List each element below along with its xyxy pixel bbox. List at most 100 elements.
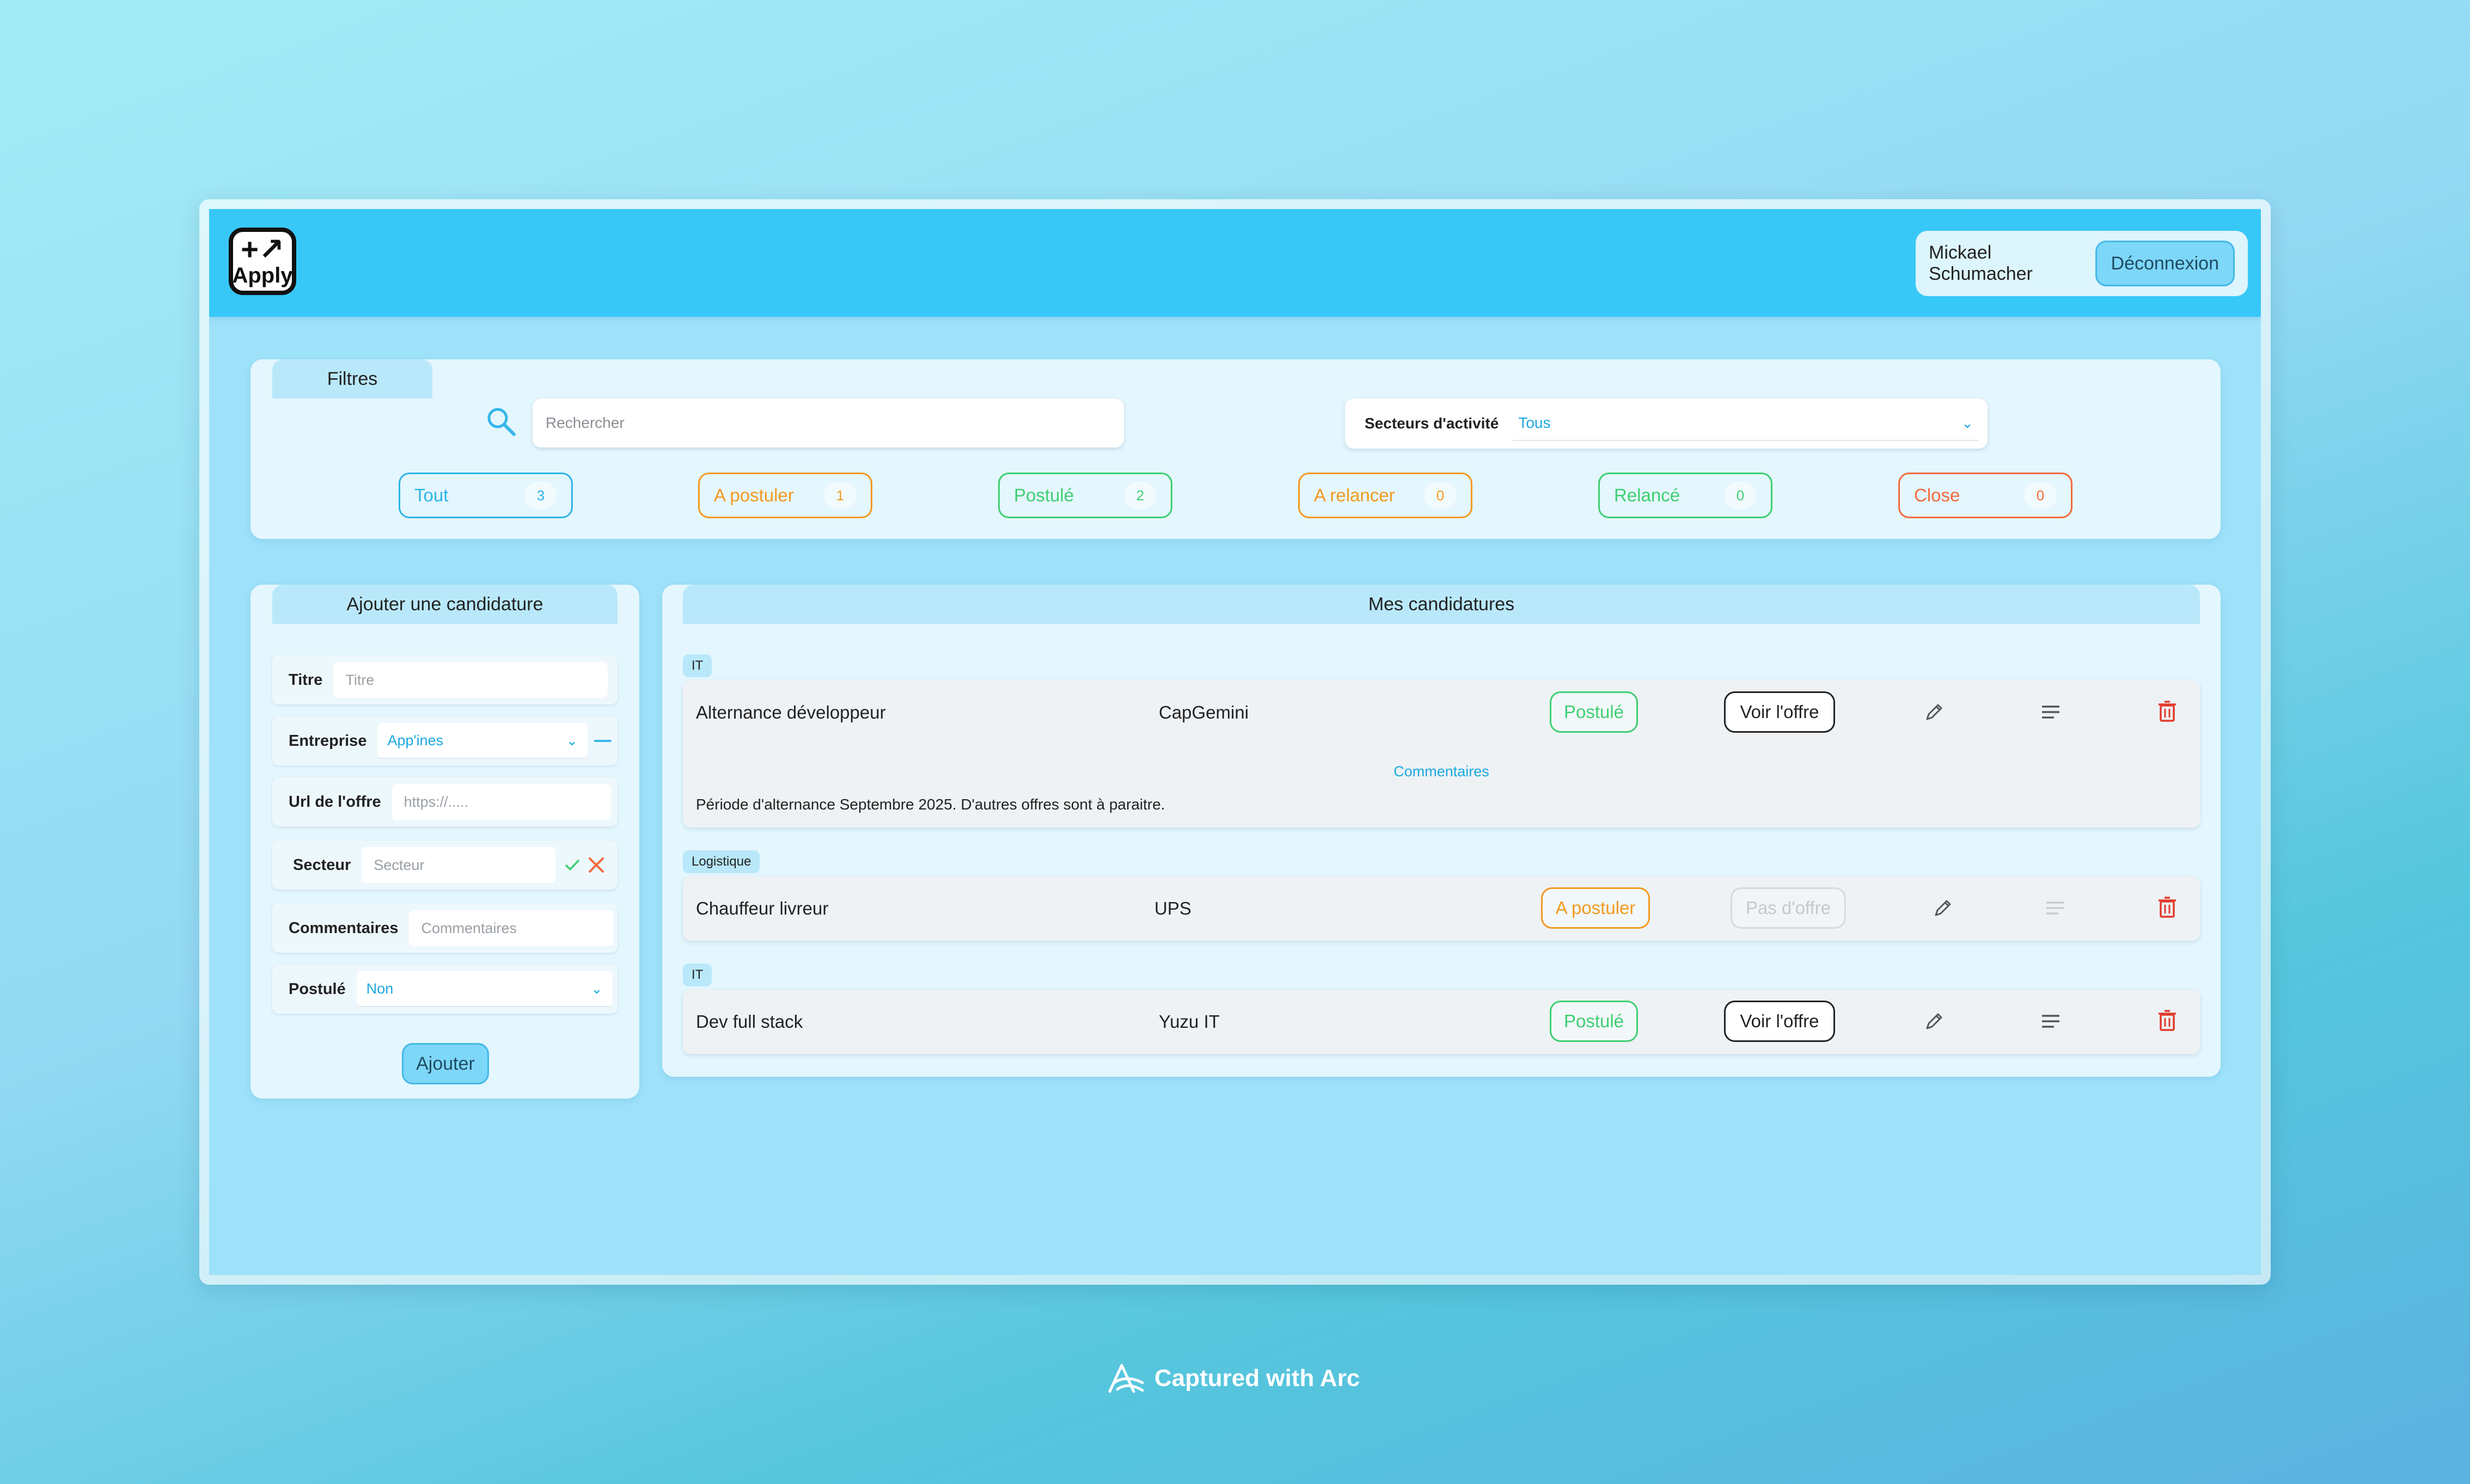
add-application-title: Ajouter une candidature [272,585,618,624]
titre-input[interactable]: Titre [333,662,608,698]
sector-select-value: Tous [1518,414,1551,431]
postule-value: Non [366,980,394,997]
sector-tag: IT [683,654,712,677]
filter-chip-a-postuler[interactable]: A postuler 1 [698,473,872,518]
filter-chip-tout[interactable]: Tout 3 [399,473,573,518]
search-icon[interactable] [485,405,517,438]
form-row-postule: Postulé Non ⌄ [272,965,618,1014]
status-badge[interactable]: Postulé [1550,691,1638,733]
logo-mark: +↗ [241,232,284,266]
commentaires-input[interactable]: Commentaires [409,910,614,946]
application-title: Alternance développeur [696,702,886,722]
form-row-titre: Titre Titre [272,655,618,704]
filter-chip-a-relancer[interactable]: A relancer 0 [1298,473,1472,518]
form-row-commentaires: Commentaires Commentaires [272,904,618,953]
form-row-secteur: Secteur Secteur [272,841,618,890]
titre-placeholder: Titre [345,671,375,688]
app-window: +↗ Apply Mickael Schumacher Déconnexion … [209,209,2261,1275]
comments-label: Commentaires [1393,763,1489,780]
entreprise-select[interactable]: App'ines ⌄ [377,723,588,759]
add-application-panel: Ajouter une candidature Titre Titre Entr… [250,585,639,1099]
chip-label: A postuler [714,485,794,505]
app-logo[interactable]: +↗ Apply [229,228,296,295]
applications-title: Mes candidatures [683,585,2200,624]
filter-chip-close[interactable]: Close 0 [1898,473,2072,518]
application-card: Alternance développeur CapGemini Postulé… [683,680,2200,827]
browser-frame: +↗ Apply Mickael Schumacher Déconnexion … [199,199,2271,1285]
application-title: Chauffeur livreur [696,898,829,918]
logout-button[interactable]: Déconnexion [2095,241,2235,286]
secteur-label: Secteur [293,856,351,874]
application-title: Dev full stack [696,1011,803,1032]
filters-panel: Filtres Rechercher Secteurs d'activité T… [250,359,2221,539]
view-offer-button[interactable]: Voir l'offre [1724,1001,1835,1042]
chip-count: 0 [2024,482,2057,509]
chip-count: 3 [524,482,557,509]
application-card: Chauffeur livreur UPS A postuler Pas d'o… [683,876,2200,941]
chip-count: 0 [1424,482,1457,509]
minus-icon[interactable] [592,735,614,746]
application-company: UPS [1154,898,1191,918]
sector-tag: IT [683,964,712,986]
url-placeholder: https://..... [403,793,469,810]
edit-icon[interactable] [1922,700,1946,724]
secteur-placeholder: Secteur [374,856,425,873]
entreprise-label: Entreprise [289,732,367,750]
logo-text: Apply [232,263,293,287]
chevron-down-icon: ⌄ [590,980,603,997]
chip-label: Close [1914,485,1960,505]
capture-text: Captured with Arc [1154,1365,1360,1391]
chip-count: 1 [824,482,857,509]
postule-select[interactable]: Non ⌄ [356,971,613,1007]
application-company: CapGemini [1159,702,1249,722]
chip-count: 2 [1124,482,1157,509]
filter-chip-postule[interactable]: Postulé 2 [998,473,1172,518]
filters-tab: Filtres [272,359,432,398]
status-badge[interactable]: A postuler [1541,887,1650,929]
search-input[interactable]: Rechercher [533,398,1124,447]
commentaires-placeholder: Commentaires [421,919,517,936]
secteur-input[interactable]: Secteur [362,847,556,883]
filter-chip-relance[interactable]: Relancé 0 [1598,473,1772,518]
add-button[interactable]: Ajouter [402,1043,489,1084]
status-badge[interactable]: Postulé [1550,1001,1638,1042]
edit-icon[interactable] [1922,1009,1946,1033]
chip-label: Tout [414,485,449,505]
edit-icon[interactable] [1931,896,1955,920]
no-offer-button: Pas d'offre [1731,887,1846,929]
chip-label: Postulé [1014,485,1074,505]
applications-panel: Mes candidatures IT Alternance développe… [662,585,2221,1077]
chip-count: 0 [1724,482,1757,509]
close-icon[interactable] [586,855,607,875]
chevron-down-icon: ⌄ [566,732,578,749]
trash-icon[interactable] [2155,895,2179,919]
notes-icon[interactable] [2039,700,2063,724]
trash-icon[interactable] [2155,699,2179,723]
form-row-entreprise: Entreprise App'ines ⌄ [272,716,618,765]
trash-icon[interactable] [2155,1008,2179,1032]
arc-logo-icon [1108,1364,1144,1393]
titre-label: Titre [289,671,323,689]
sector-tag: Logistique [683,850,760,873]
view-offer-button[interactable]: Voir l'offre [1724,691,1835,733]
chip-label: A relancer [1314,485,1395,505]
sector-select[interactable]: Tous ⌄ [1513,406,1979,441]
form-row-url: Url de l'offre https://..... [272,777,618,826]
top-bar: +↗ Apply Mickael Schumacher Déconnexion [209,209,2261,317]
chevron-down-icon: ⌄ [1961,414,1973,431]
chip-label: Relancé [1614,485,1680,505]
url-input[interactable]: https://..... [392,784,611,820]
sector-filter: Secteurs d'activité Tous ⌄ [1345,398,1988,449]
comment-text: Période d'alternance Septembre 2025. D'a… [696,796,1165,813]
user-name: Mickael Schumacher [1929,242,2033,284]
application-company: Yuzu IT [1159,1011,1220,1032]
entreprise-value: App'ines [387,732,444,749]
captured-with-arc-badge: Captured with Arc [1105,1361,1360,1396]
user-box: Mickael Schumacher Déconnexion [1916,231,2248,296]
commentaires-label: Commentaires [289,919,399,937]
notes-icon [2046,902,2064,915]
application-card: Dev full stack Yuzu IT Postulé Voir l'of… [683,990,2200,1054]
notes-icon[interactable] [2039,1009,2063,1033]
check-icon[interactable] [563,856,582,874]
search-placeholder: Rechercher [546,414,625,431]
